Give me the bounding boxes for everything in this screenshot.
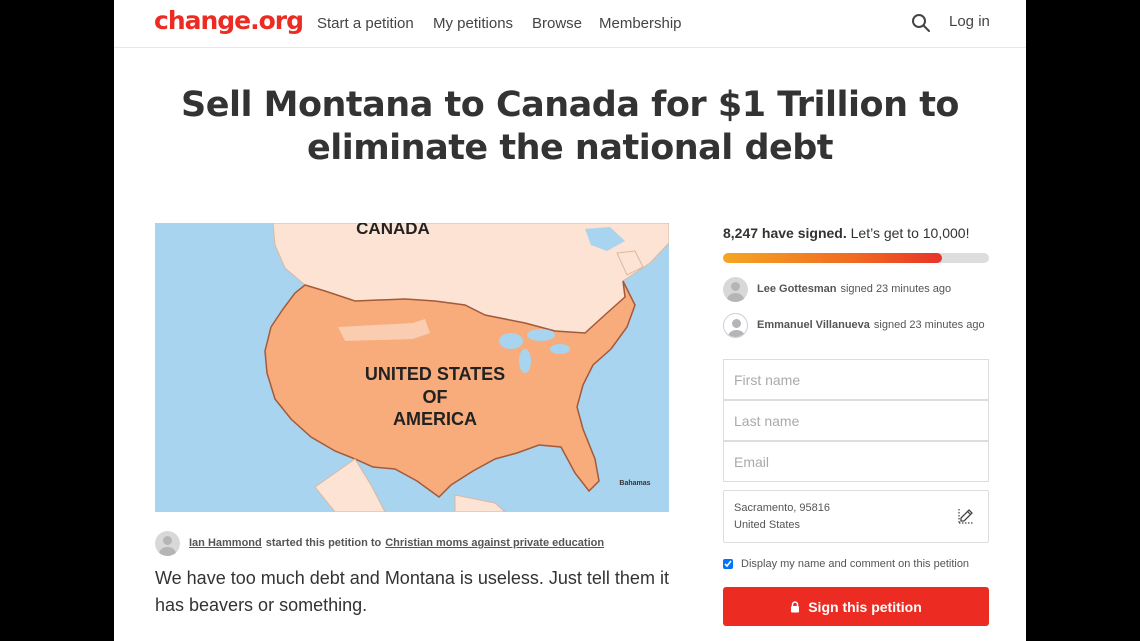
- signer-time: signed 23 minutes ago: [873, 319, 985, 331]
- display-name-label: Display my name and comment on this peti…: [741, 558, 970, 570]
- map-label-canada: CANADA: [356, 223, 430, 238]
- map-label-usa-2: OF: [423, 387, 448, 407]
- signer-avatar: [723, 312, 748, 338]
- location-city: Sacramento, 95816: [734, 502, 831, 514]
- nav-start-petition[interactable]: Start a petition: [317, 15, 414, 32]
- sign-petition-button[interactable]: Sign this petition: [723, 587, 989, 626]
- email-field[interactable]: [723, 441, 989, 482]
- last-name-field[interactable]: [723, 400, 989, 441]
- nav-my-petitions[interactable]: My petitions: [433, 15, 513, 32]
- sign-petition-label: Sign this petition: [808, 598, 922, 615]
- top-navigation: change.org Start a petition My petitions…: [114, 0, 1026, 48]
- signer-avatar: [723, 276, 748, 302]
- edit-location-icon[interactable]: [957, 507, 975, 525]
- starter-name-link[interactable]: Ian Hammond: [189, 537, 262, 549]
- location-box[interactable]: Sacramento, 95816 United States: [723, 490, 989, 543]
- login-link[interactable]: Log in: [949, 13, 990, 30]
- petition-title: Sell Montana to Canada for $1 Trillion t…: [181, 85, 959, 168]
- signature-count: 8,247 have signed. Let’s get to 10,000!: [723, 225, 969, 241]
- first-name-field[interactable]: [723, 359, 989, 400]
- recent-signer: Lee Gottesman signed 23 minutes ago: [723, 276, 951, 302]
- nav-membership[interactable]: Membership: [599, 15, 682, 32]
- map-label-usa-1: UNITED STATES: [365, 364, 505, 384]
- signer-name: Emmanuel Villanueva: [757, 319, 870, 331]
- search-icon[interactable]: [910, 12, 932, 34]
- signer-time: signed 23 minutes ago: [840, 283, 952, 295]
- map-label-bahamas: Bahamas: [619, 480, 650, 487]
- signature-progress-bar: [723, 253, 989, 263]
- display-name-option[interactable]: Display my name and comment on this peti…: [723, 558, 969, 570]
- signer-name: Lee Gottesman: [757, 283, 837, 295]
- recent-signer: Emmanuel Villanueva signed 23 minutes ag…: [723, 312, 985, 338]
- location-country: United States: [734, 519, 801, 531]
- nav-browse[interactable]: Browse: [532, 15, 582, 32]
- starter-avatar: [155, 530, 180, 556]
- signature-progress-fill: [723, 253, 943, 263]
- map-label-usa-3: AMERICA: [393, 409, 477, 429]
- page: change.org Start a petition My petitions…: [114, 0, 1026, 641]
- signed-count-text: 8,247 have signed.: [723, 225, 847, 241]
- change-org-logo[interactable]: change.org: [154, 6, 304, 35]
- goal-text: Let’s get to 10,000!: [850, 225, 970, 241]
- lock-icon: [791, 600, 800, 612]
- petition-target-link[interactable]: Christian moms against private education: [385, 537, 604, 549]
- petition-description: We have too much debt and Montana is use…: [155, 568, 669, 615]
- petition-starter: Ian Hammond started this petition to Chr…: [155, 530, 604, 556]
- display-name-checkbox[interactable]: [723, 559, 733, 569]
- starter-text: started this petition to: [265, 537, 382, 549]
- petition-image-map: CANADA UNITED STATES OF AMERICA Bahamas: [155, 223, 669, 512]
